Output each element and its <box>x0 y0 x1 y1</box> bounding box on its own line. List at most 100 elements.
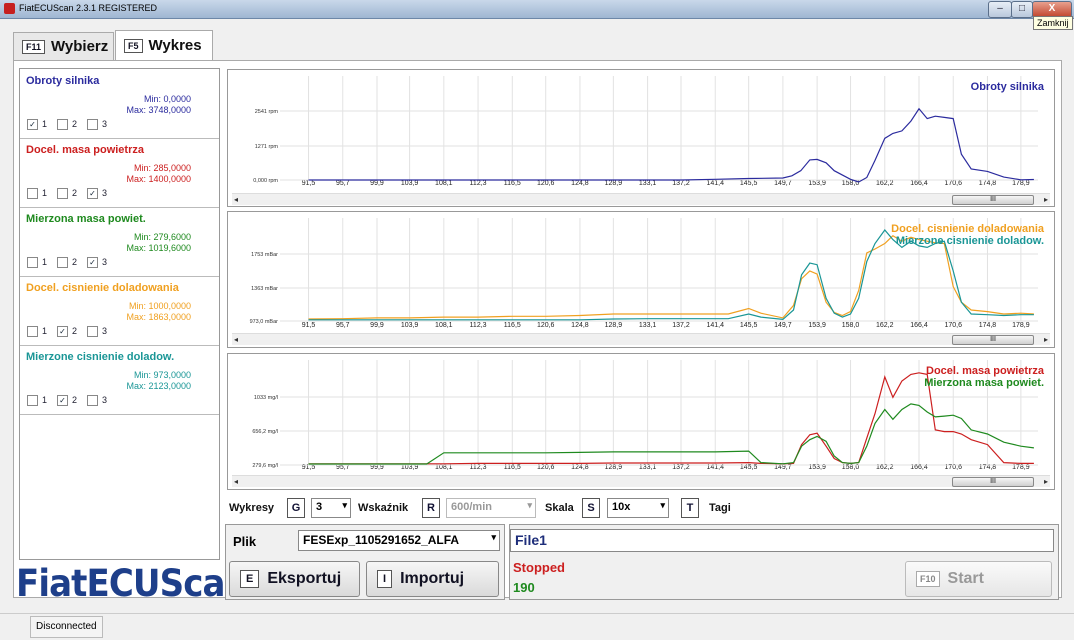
chart-2-checkbox[interactable]: 2 <box>57 188 78 200</box>
scroll-left-icon[interactable]: ◂ <box>234 194 238 205</box>
horizontal-scrollbar[interactable]: ◂ III ▸ <box>232 333 1050 345</box>
x-tick-label: 153,9 <box>808 180 826 187</box>
run-status: Stopped <box>513 560 565 575</box>
series-line <box>308 107 1034 183</box>
scroll-thumb[interactable]: III <box>952 477 1034 487</box>
x-tick-label: 166,4 <box>910 180 928 187</box>
chart-1-checkbox[interactable]: 1 <box>27 326 47 338</box>
scroll-right-icon[interactable]: ▸ <box>1044 334 1048 345</box>
checkbox-box[interactable] <box>57 188 69 200</box>
checkbox-box[interactable]: ✓ <box>27 119 38 131</box>
checkbox-box[interactable] <box>27 326 38 338</box>
chart-assign-checkboxes: 1 ✓ 2 3 <box>27 326 108 338</box>
x-tick-label: 91,5 <box>302 322 316 329</box>
plik-select[interactable]: FESExp_1105291652_ALFA ▾ <box>298 530 500 551</box>
skala-select[interactable]: 10x ▾ <box>607 498 669 518</box>
chart-2-checkbox[interactable]: 2 <box>57 257 77 269</box>
checkbox-label: 3 <box>102 326 108 336</box>
checkbox-box[interactable] <box>87 326 99 338</box>
checkbox-box[interactable] <box>27 395 38 407</box>
checkbox-box[interactable]: ✓ <box>87 188 99 200</box>
scroll-right-icon[interactable]: ▸ <box>1044 476 1048 487</box>
x-tick-label: 116,5 <box>504 322 521 329</box>
tagi-key-badge[interactable]: T <box>681 498 699 518</box>
chart-3-checkbox[interactable]: 3 <box>87 395 108 407</box>
x-tick-label: 112,3 <box>470 180 487 187</box>
checkbox-label: 1 <box>42 395 48 405</box>
maximize-button[interactable]: □ <box>1011 1 1033 18</box>
chart-1-checkbox[interactable]: 1 <box>27 395 48 407</box>
legend-item: Docel. cisnienie doladowania <box>891 223 1044 235</box>
checkbox-label: 3 <box>102 395 108 405</box>
y-tick-label: 973,0 mBar <box>250 319 279 325</box>
tab-wybierz[interactable]: F11 Wybierz <box>13 32 114 60</box>
horizontal-scrollbar[interactable]: ◂ III ▸ <box>232 193 1050 205</box>
chart-1-checkbox[interactable]: 1 <box>27 188 47 200</box>
checkbox-label: 3 <box>102 188 108 198</box>
checkbox-label: 2 <box>72 188 78 198</box>
signal-item: Docel. masa powietrza Min: 285,0000 Max: 1… <box>20 138 219 208</box>
legend-item: Mierzona masa powiet. <box>924 377 1044 389</box>
wskaznik-select[interactable]: 600/min ▾ <box>446 498 536 518</box>
x-tick-label: 95,7 <box>336 322 350 329</box>
checkbox-box[interactable] <box>27 188 38 200</box>
checkbox-box[interactable]: ✓ <box>87 257 99 269</box>
x-tick-label: 170,6 <box>944 322 962 329</box>
minimize-button[interactable]: – <box>988 1 1012 18</box>
chart-1-checkbox[interactable]: ✓ 1 <box>27 119 47 131</box>
tagi-label[interactable]: Tagi <box>709 502 731 514</box>
export-button[interactable]: E Eksportuj <box>229 561 360 597</box>
chart-2-checkbox[interactable]: ✓ 2 <box>57 395 77 407</box>
file-name-field[interactable]: File1 <box>510 529 1054 552</box>
checkbox-box[interactable]: ✓ <box>57 326 69 338</box>
chart-2-checkbox[interactable]: 2 <box>57 119 77 131</box>
app-logo: FiatECUScan <box>16 562 249 605</box>
x-tick-label: 112,3 <box>470 322 487 329</box>
checkbox-box[interactable]: ✓ <box>57 395 69 407</box>
x-tick-label: 153,9 <box>808 322 826 329</box>
scroll-thumb[interactable]: III <box>952 195 1034 205</box>
signal-item: Docel. cisnienie doladowania Min: 1000,00… <box>20 276 219 346</box>
checkbox-box[interactable] <box>57 257 69 269</box>
signal-name: Docel. masa powietrza <box>26 144 144 156</box>
chart-assign-checkboxes: 1 2 ✓ 3 <box>27 188 108 200</box>
y-tick-label: 0,000 rpm <box>253 178 278 184</box>
chart-panel-1: 91,5 95,7 99,9 103,9 108,1 112,3 116,5 120,6 124… <box>227 69 1055 207</box>
signal-list: Obroty silnika Min: 0,0000 Max: 3748,0000 ✓… <box>19 68 220 560</box>
chart-3-checkbox[interactable]: ✓ 3 <box>87 188 108 200</box>
window-title: FiatECUScan 2.3.1 REGISTERED <box>19 3 158 13</box>
chart-panel-2: 91,5 95,7 99,9 103,9 108,1 112,3 116,5 120,6 124… <box>227 211 1055 348</box>
checkbox-box[interactable] <box>87 119 99 131</box>
scroll-left-icon[interactable]: ◂ <box>234 476 238 487</box>
checkbox-box[interactable] <box>57 119 69 131</box>
checkbox-box[interactable] <box>87 395 99 407</box>
chart-2-checkbox[interactable]: ✓ 2 <box>57 326 78 338</box>
x-tick-label: 141,4 <box>706 322 724 329</box>
scroll-thumb[interactable]: III <box>952 335 1034 345</box>
chart-3-checkbox[interactable]: ✓ 3 <box>87 257 107 269</box>
horizontal-scrollbar[interactable]: ◂ III ▸ <box>232 475 1050 487</box>
y-tick-label: 1271 rpm <box>255 144 279 150</box>
signal-item: Mierzona masa powiet. Min: 279,6000 Max: 1… <box>20 207 219 277</box>
chart-assign-checkboxes: 1 ✓ 2 3 <box>27 395 108 407</box>
wykresy-select[interactable]: 3 ▾ <box>311 498 351 518</box>
signal-min: Min: 279,6000 <box>133 232 191 242</box>
tab-wykres[interactable]: F5 Wykres <box>115 30 213 60</box>
title-bar: FiatECUScan 2.3.1 REGISTERED – □ X <box>0 0 1074 19</box>
x-tick-label: 103,9 <box>401 322 419 329</box>
scroll-right-icon[interactable]: ▸ <box>1044 194 1048 205</box>
x-tick-label: 178,9 <box>1012 322 1030 329</box>
start-button[interactable]: F10 Start <box>905 561 1052 597</box>
tab-key-badge: F11 <box>22 39 46 54</box>
checkbox-box[interactable] <box>27 257 38 269</box>
chart-1-checkbox[interactable]: 1 <box>27 257 47 269</box>
import-button[interactable]: I Importuj <box>366 561 499 597</box>
import-key-badge: I <box>377 570 393 588</box>
chart-3-checkbox[interactable]: 3 <box>87 326 108 338</box>
x-tick-label: 137,2 <box>672 322 690 329</box>
chart-3-checkbox[interactable]: 3 <box>87 119 107 131</box>
wskaznik-key-badge: R <box>422 498 440 518</box>
scroll-left-icon[interactable]: ◂ <box>234 334 238 345</box>
checkbox-label: 2 <box>72 326 78 336</box>
x-tick-label: 108,1 <box>435 322 453 329</box>
